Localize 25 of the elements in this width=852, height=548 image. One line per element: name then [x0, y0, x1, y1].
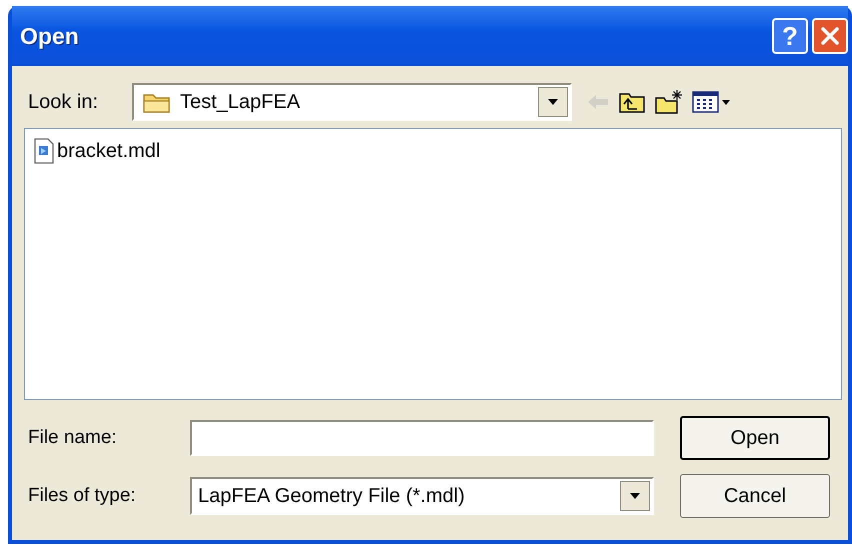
file-type-value: LapFEA Geometry File (*.mdl): [197, 484, 466, 508]
file-name-label: File name:: [28, 427, 118, 449]
open-button[interactable]: Open: [680, 416, 830, 460]
view-menu-button[interactable]: [692, 90, 732, 114]
caret-icon: [629, 492, 641, 500]
dropdown-button[interactable]: [620, 481, 650, 511]
caret-icon: [547, 98, 559, 106]
dropdown-button[interactable]: [538, 87, 568, 117]
left-arrow-icon: [586, 92, 610, 112]
document-icon: [33, 138, 55, 164]
help-button[interactable]: ?: [772, 18, 808, 54]
file-name-field[interactable]: [190, 420, 654, 456]
file-item[interactable]: bracket.mdl: [31, 137, 162, 165]
close-icon: [819, 25, 841, 47]
new-folder-icon: [654, 89, 684, 115]
look-in-dropdown[interactable]: Test_LapFEA: [132, 83, 572, 121]
cancel-button[interactable]: Cancel: [680, 474, 830, 518]
file-type-dropdown[interactable]: LapFEA Geometry File (*.mdl): [190, 477, 654, 515]
close-button[interactable]: [812, 18, 848, 54]
window-title: Open: [20, 22, 79, 50]
new-folder-button[interactable]: [654, 89, 684, 115]
file-type-label: Files of type:: [28, 485, 137, 507]
view-list-icon: [692, 90, 732, 114]
look-in-label: Look in:: [28, 90, 100, 114]
look-in-value: Test_LapFEA: [180, 90, 302, 114]
